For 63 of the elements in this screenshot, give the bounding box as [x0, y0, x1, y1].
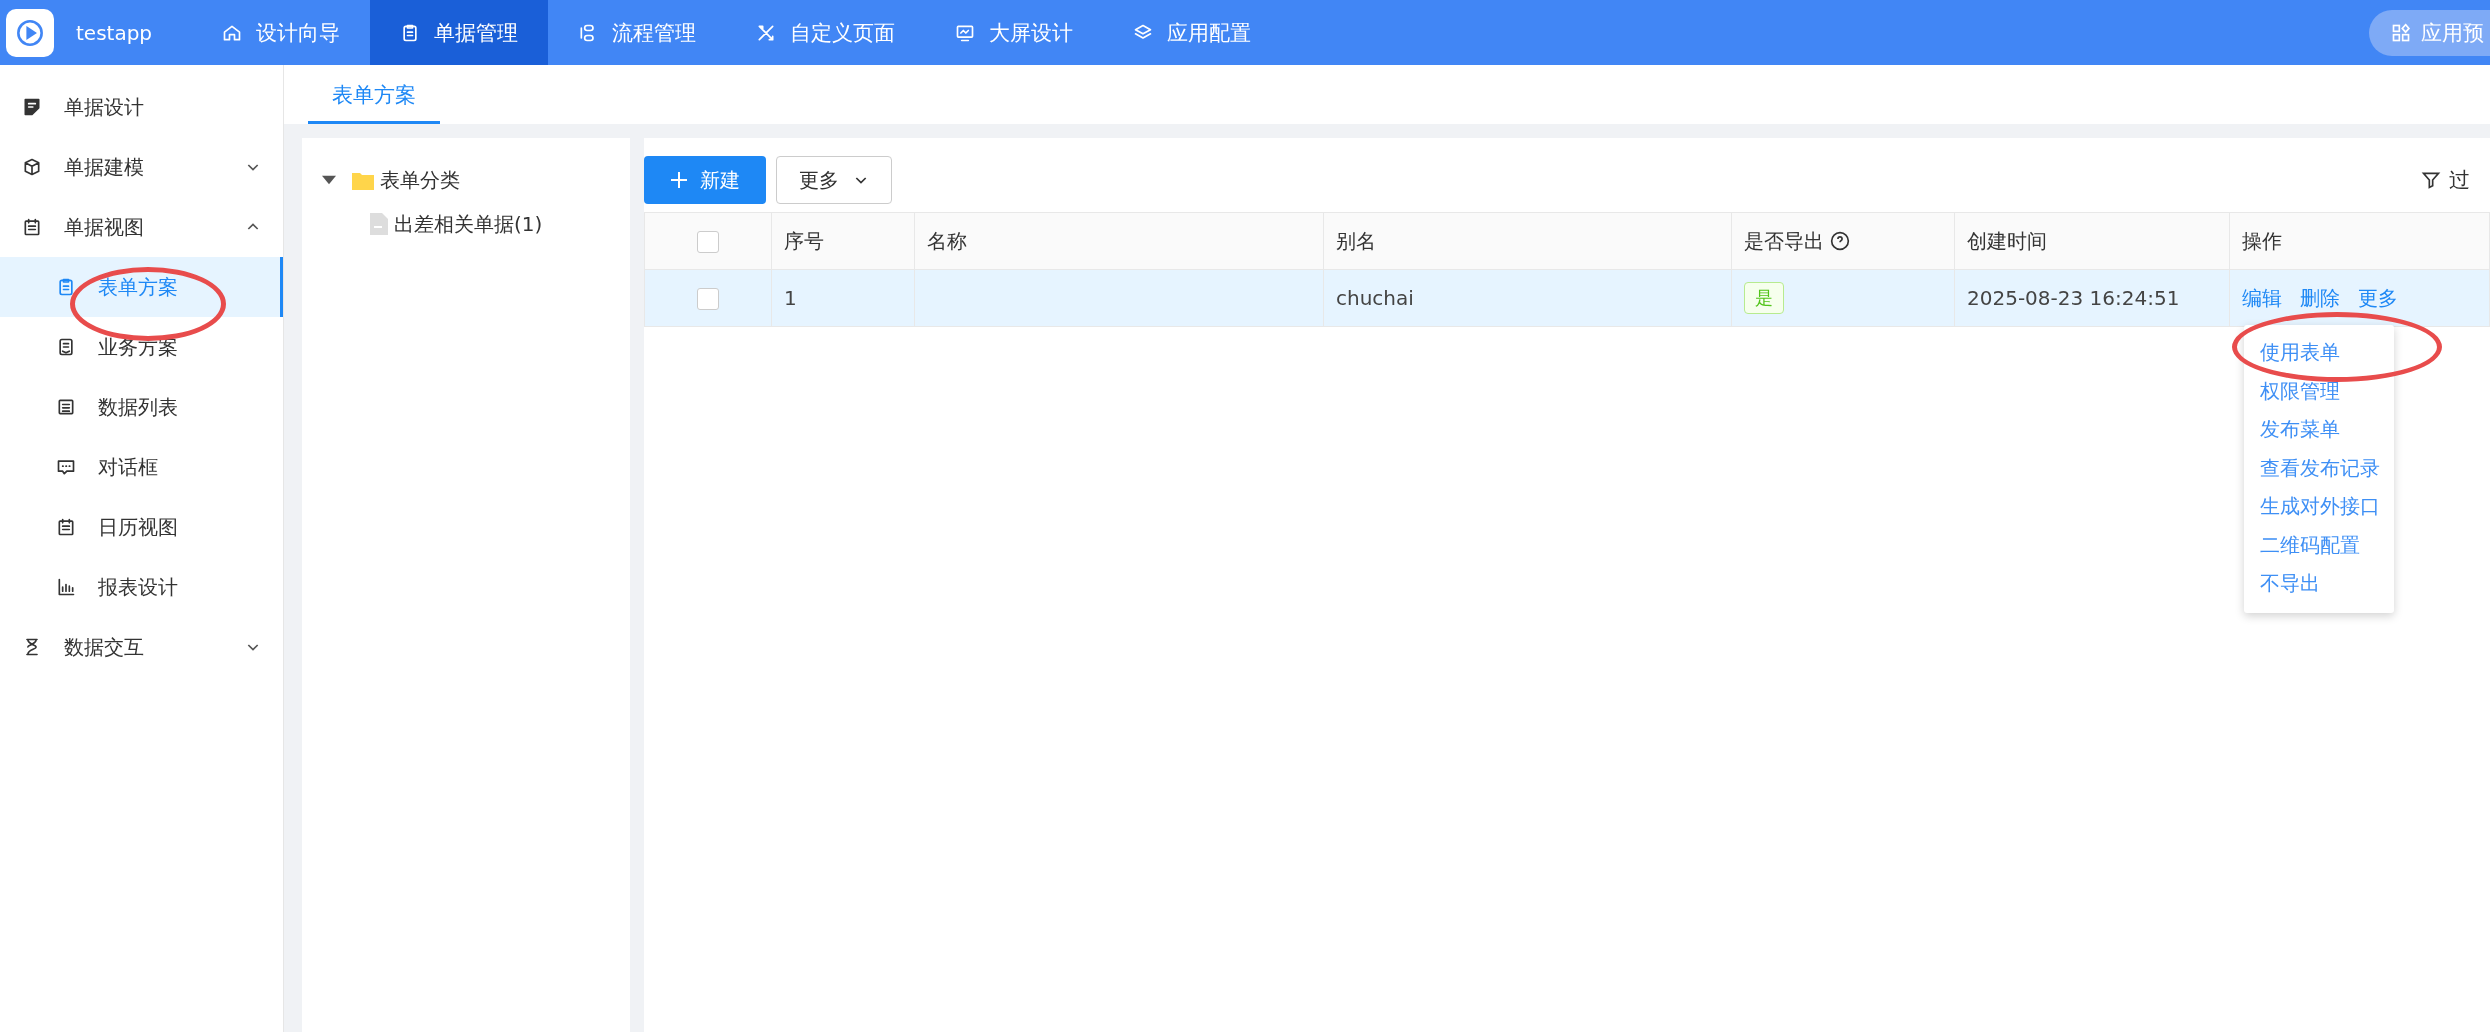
nav-tab[interactable]: 单据管理 — [370, 0, 549, 65]
table-cell: 2025-08-23 16:24:51 — [1954, 269, 2230, 327]
sidebar-item[interactable]: 表单方案 — [0, 257, 283, 317]
status-tag: 是 — [1744, 282, 1784, 314]
tree-node[interactable]: 表单分类 — [322, 158, 610, 202]
menu-item[interactable]: 生成对外接口 — [2244, 487, 2396, 526]
column-header: 名称 — [914, 212, 1324, 270]
play-icon — [16, 18, 44, 47]
menu-item[interactable]: 二维码配置 — [2244, 525, 2376, 564]
clipboard-icon — [56, 277, 76, 297]
filter-icon — [2421, 170, 2441, 190]
sidebar-item[interactable]: 报表设计 — [0, 557, 283, 617]
preview-button[interactable]: 应用预 — [2369, 9, 2490, 56]
nav-tab[interactable]: 大屏设计 — [925, 0, 1104, 65]
column-header: 序号 — [771, 212, 915, 270]
nav-tab[interactable]: 流程管理 — [548, 0, 727, 65]
calendar-icon — [56, 517, 76, 537]
column-header: 创建时间 — [1954, 212, 2230, 270]
sidebar-item[interactable]: 对话框 — [0, 437, 283, 497]
action-link[interactable]: 更多 — [2358, 285, 2398, 310]
table-cell: chuchai — [1323, 269, 1732, 327]
document-icon — [370, 213, 388, 235]
select-all-checkbox[interactable] — [697, 231, 719, 254]
plus-icon — [670, 171, 688, 189]
sidebar-item[interactable]: 单据建模 — [0, 137, 283, 197]
edit-icon — [22, 97, 42, 117]
document-icon — [56, 337, 76, 357]
app-logo[interactable] — [6, 8, 54, 57]
app-name: testapp — [76, 20, 153, 45]
new-button[interactable]: 新建 — [644, 156, 766, 204]
caret-icon — [322, 173, 336, 187]
tree-node[interactable]: 出差相关单据(1) — [322, 202, 610, 246]
sidebar-item[interactable]: 日历视图 — [0, 497, 283, 557]
nav-tab[interactable]: 应用配置 — [1103, 0, 1282, 65]
help-icon — [1830, 230, 1851, 251]
grid-icon — [2391, 22, 2411, 43]
nav-tab[interactable]: 设计向导 — [192, 0, 371, 65]
nav-tab[interactable]: 自定义页面 — [726, 0, 926, 65]
action-link[interactable]: 编辑 — [2242, 285, 2282, 310]
column-header: 操作 — [2229, 212, 2490, 270]
sidebar-item[interactable]: 数据交互 — [0, 617, 283, 677]
table-cell: 1 — [771, 269, 915, 327]
sidebar-item[interactable]: 数据列表 — [0, 377, 283, 437]
calendar-icon — [22, 217, 42, 237]
bar-chart-icon — [56, 577, 76, 597]
action-link[interactable]: 删除 — [2300, 285, 2340, 310]
menu-item[interactable]: 发布菜单 — [2244, 410, 2356, 449]
menu-item[interactable]: 使用表单 — [2244, 333, 2356, 372]
sidebar-item[interactable]: 单据视图 — [0, 197, 283, 257]
menu-item[interactable]: 不导出 — [2244, 564, 2336, 603]
tab[interactable]: 表单方案 — [308, 81, 440, 124]
menu-item[interactable]: 权限管理 — [2244, 371, 2356, 410]
more-button[interactable]: 更多 — [776, 156, 892, 204]
list-icon — [56, 397, 76, 417]
menu-item[interactable]: 查看发布记录 — [2244, 448, 2396, 487]
chat-icon — [56, 457, 76, 477]
cube-icon — [22, 157, 42, 177]
column-header: 是否导出 — [1731, 212, 1955, 270]
filter-button[interactable]: 过 — [2421, 166, 2470, 194]
folder-icon — [352, 170, 374, 190]
column-header: 别名 — [1323, 212, 1732, 270]
sidebar-item[interactable]: 单据设计 — [0, 77, 283, 137]
row-checkbox[interactable] — [697, 288, 719, 311]
